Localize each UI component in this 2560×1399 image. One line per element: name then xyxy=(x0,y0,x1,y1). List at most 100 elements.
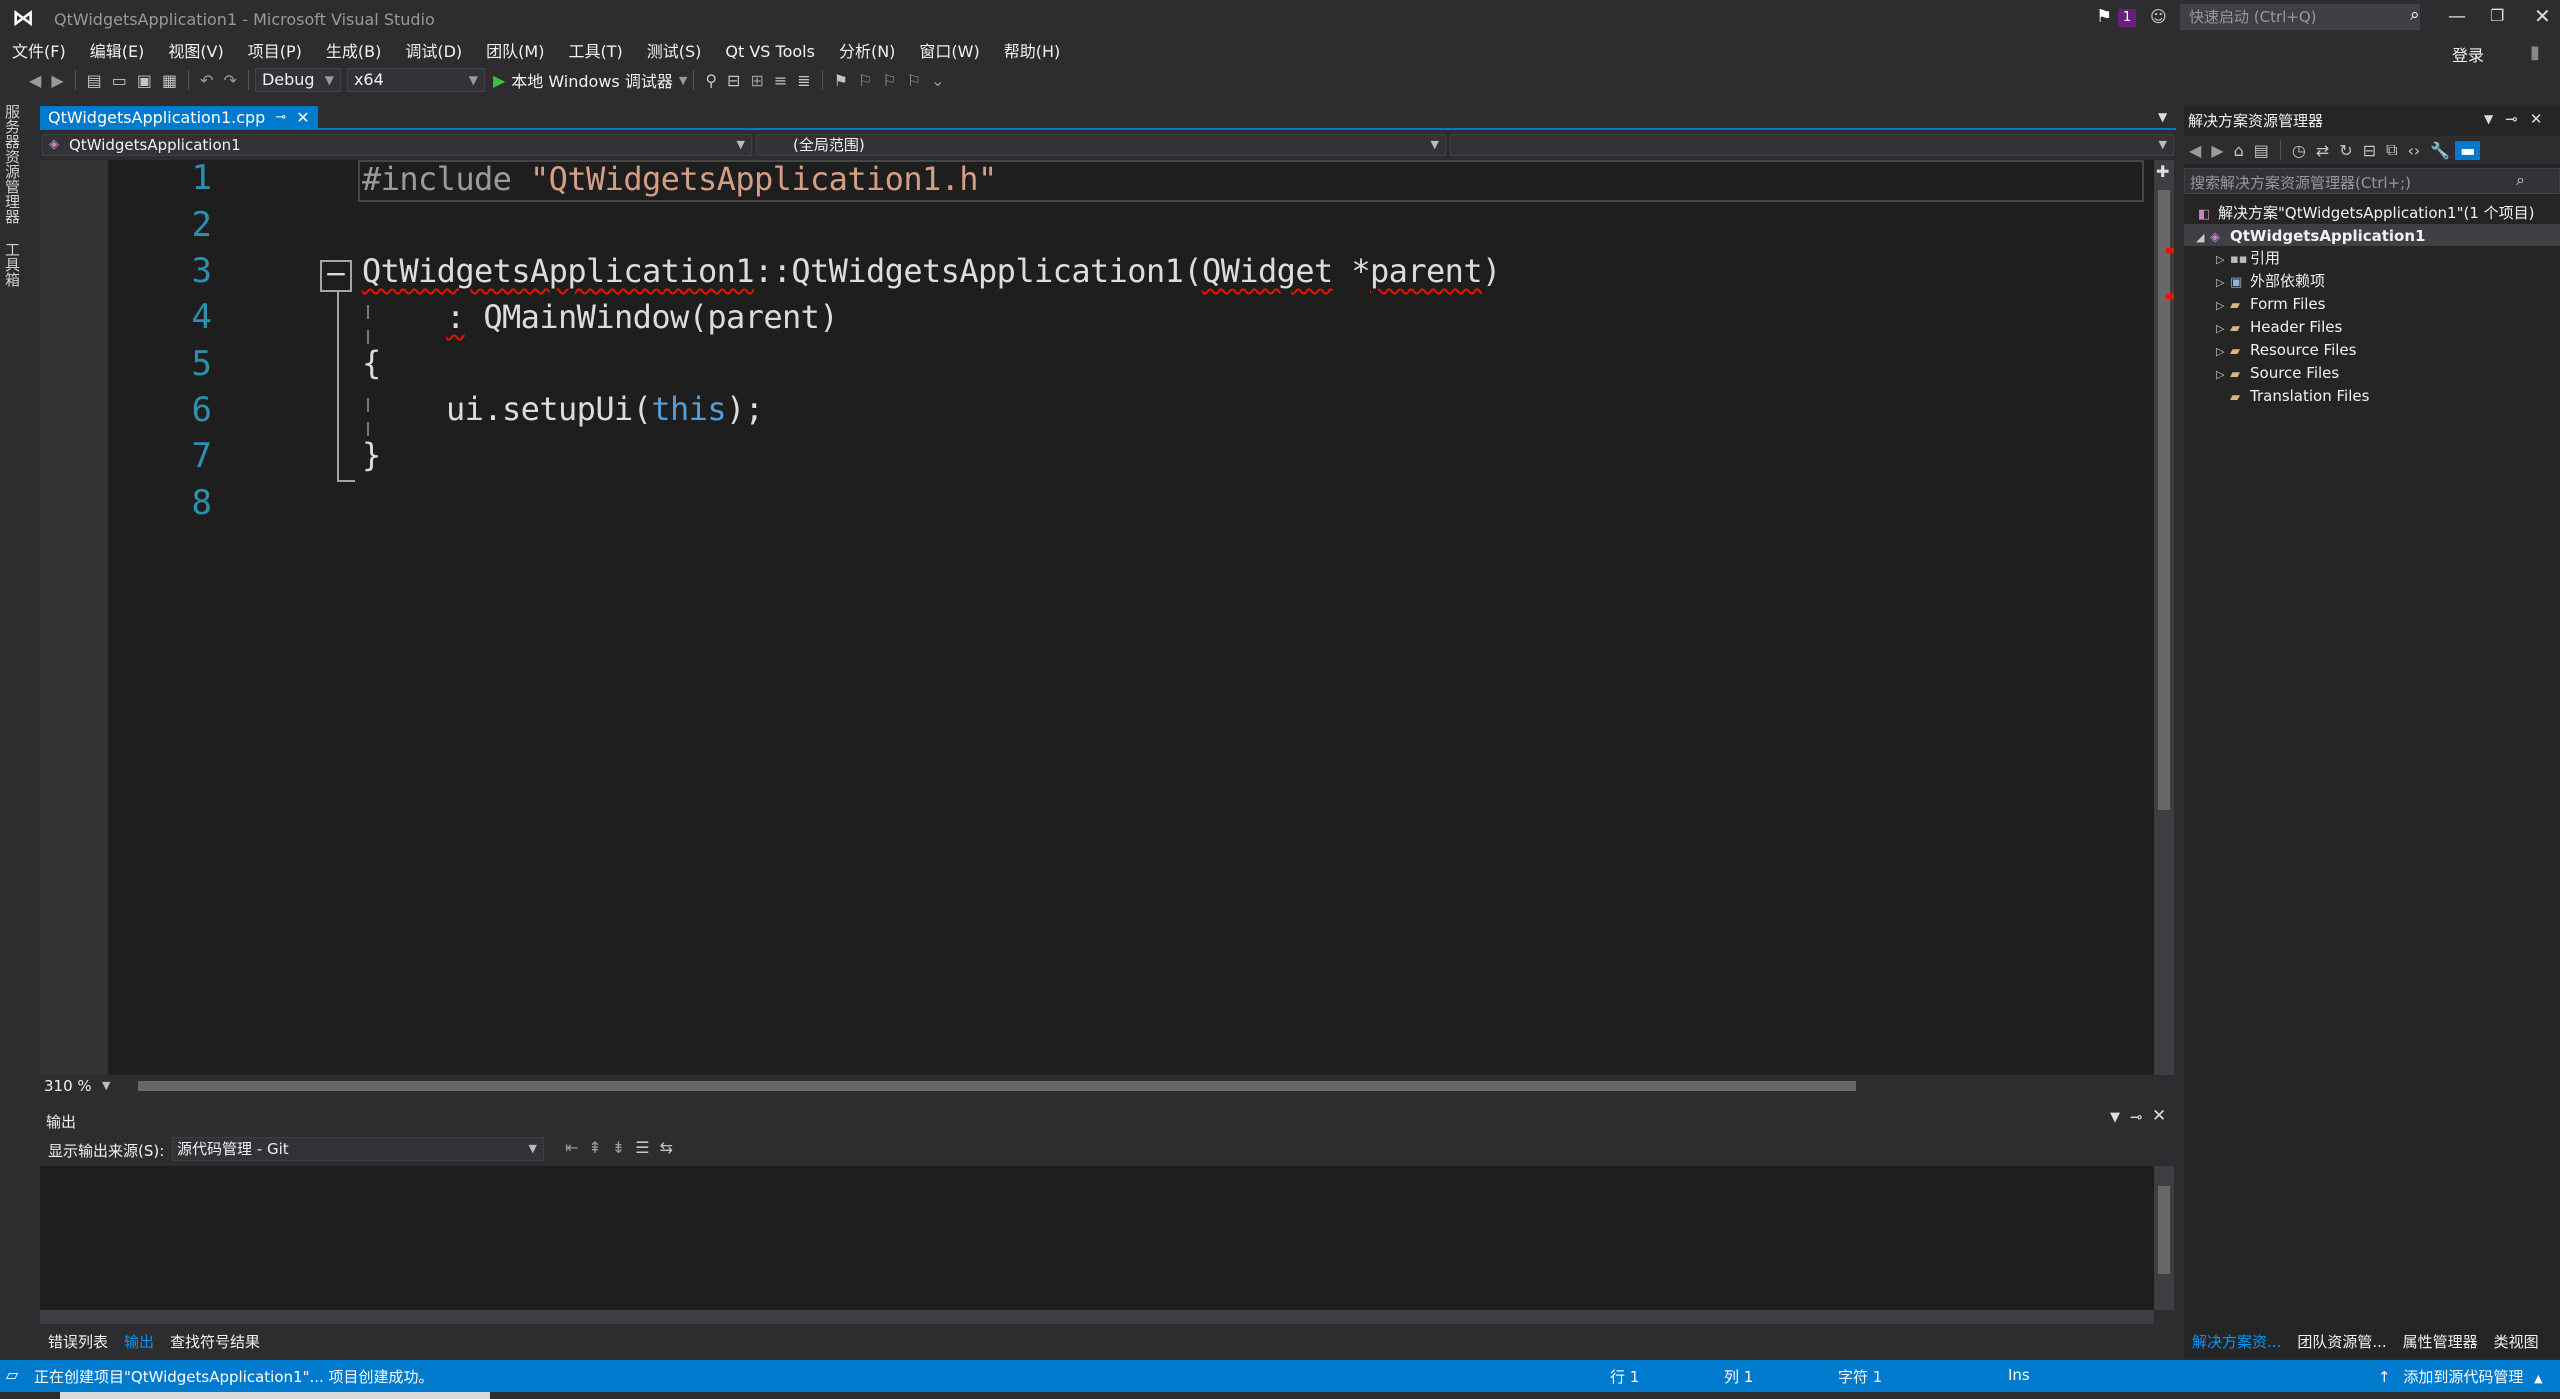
tree-project-node[interactable]: ◢ ◈ QtWidgetsApplication1 xyxy=(2196,225,2425,247)
output-text-area[interactable] xyxy=(40,1166,2174,1310)
editor-horizontal-scroll-thumb[interactable] xyxy=(138,1081,1856,1091)
start-debugging-button[interactable]: ▶ 本地 Windows 调试器 ▼ xyxy=(493,68,687,92)
tab-team-explorer[interactable]: 团队资源管... xyxy=(2289,1330,2394,1354)
pin-icon[interactable]: ⊸ xyxy=(2130,1108,2143,1126)
bookmark-icon[interactable]: ⚑ xyxy=(829,71,853,90)
toolbar-overflow-icon[interactable]: ⌄ xyxy=(926,71,949,90)
find-next-icon[interactable]: ⇟ xyxy=(607,1138,630,1157)
status-insert-mode[interactable]: Ins xyxy=(2008,1366,2030,1384)
navigate-forward-icon[interactable]: ▶ xyxy=(46,71,68,90)
output-vertical-scroll-thumb[interactable] xyxy=(2158,1186,2170,1274)
close-icon[interactable]: ✕ xyxy=(296,106,309,130)
menu-build[interactable]: 生成(B) xyxy=(314,40,393,64)
menu-window[interactable]: 窗口(W) xyxy=(907,40,991,64)
output-source-select[interactable]: 源代码管理 - Git ▼ xyxy=(172,1137,544,1161)
toolbox-tab[interactable]: 工具箱 xyxy=(0,238,25,291)
save-all-icon[interactable]: ▦ xyxy=(157,71,182,90)
error-marker[interactable] xyxy=(2166,248,2174,253)
sync-icon[interactable]: ⇄ xyxy=(2311,141,2334,160)
close-window-button[interactable]: ✕ xyxy=(2534,4,2551,28)
tree-solution-node[interactable]: ◧ 解决方案"QtWidgetsApplication1"(1 个项目) xyxy=(2198,202,2535,224)
tree-node-form-files[interactable]: ▷ ▰ Form Files xyxy=(2216,293,2325,315)
configuration-select[interactable]: Debug ▼ xyxy=(254,68,341,92)
menu-analyze[interactable]: 分析(N) xyxy=(827,40,907,64)
clear-bookmarks-icon[interactable]: ⚐ xyxy=(902,71,926,90)
back-icon[interactable]: ◀ xyxy=(2184,141,2206,160)
menu-tools[interactable]: 工具(T) xyxy=(556,40,634,64)
collapse-all-icon[interactable]: ⊟ xyxy=(2358,141,2381,160)
search-icon[interactable]: ⌕ xyxy=(2516,170,2525,190)
menu-file[interactable]: 文件(F) xyxy=(0,40,78,64)
view-code-icon[interactable]: ‹› xyxy=(2403,141,2426,160)
chevron-down-icon[interactable]: ▼ xyxy=(2110,1110,2120,1125)
pin-icon[interactable]: ⊸ xyxy=(2505,110,2518,128)
tree-node-references[interactable]: ▷ ▪▪ 引用 xyxy=(2216,247,2280,269)
menu-view[interactable]: 视图(V) xyxy=(156,40,235,64)
go-to-line-icon[interactable]: ⇤ xyxy=(560,1138,583,1157)
tab-find-symbol-results[interactable]: 查找符号结果 xyxy=(162,1330,268,1354)
outline-collapse-icon[interactable]: − xyxy=(320,260,352,292)
tab-solution-explorer[interactable]: 解决方案资... xyxy=(2184,1330,2289,1354)
previous-bookmark-icon[interactable]: ⚐ xyxy=(853,71,877,90)
quick-launch-input[interactable]: 快速启动 (Ctrl+Q) xyxy=(2180,4,2420,30)
refresh-icon[interactable]: ↻ xyxy=(2334,141,2357,160)
pin-icon[interactable]: ⊸ xyxy=(275,106,286,130)
tab-class-view[interactable]: 类视图 xyxy=(2486,1330,2547,1354)
member-scope-select[interactable]: ▼ xyxy=(1450,134,2174,156)
tree-node-source-files[interactable]: ▷ ▰ Source Files xyxy=(2216,362,2339,384)
tab-qtwidgetsapplication1-cpp[interactable]: QtWidgetsApplication1.cpp ⊸ ✕ xyxy=(40,106,318,130)
minimize-button[interactable]: — xyxy=(2448,6,2466,27)
navigate-back-icon[interactable]: ◀ xyxy=(24,71,46,90)
open-file-icon[interactable]: ▭ xyxy=(107,71,132,90)
editor-vertical-scroll-thumb[interactable] xyxy=(2158,190,2170,810)
tree-node-header-files[interactable]: ▷ ▰ Header Files xyxy=(2216,316,2342,338)
forward-icon[interactable]: ▶ xyxy=(2206,141,2228,160)
add-to-source-control-button[interactable]: ↑ 添加到源代码管理 ▲ xyxy=(2378,1366,2543,1387)
menu-debug[interactable]: 调试(D) xyxy=(393,40,474,64)
tab-output[interactable]: 输出 xyxy=(116,1330,162,1354)
pending-changes-filter-icon[interactable]: ◷ xyxy=(2287,141,2311,160)
collapsed-icon[interactable]: ▷ xyxy=(2216,249,2230,271)
properties-icon[interactable]: 🔧 xyxy=(2425,141,2455,160)
tree-node-resource-files[interactable]: ▷ ▰ Resource Files xyxy=(2216,339,2356,361)
next-bookmark-icon[interactable]: ⚐ xyxy=(877,71,901,90)
login-link[interactable]: 登录 xyxy=(2452,42,2484,66)
find-in-files-icon[interactable]: ⚲ xyxy=(700,71,722,90)
new-project-icon[interactable]: ▤ xyxy=(82,71,107,90)
account-icon[interactable]: ▮ xyxy=(2530,42,2540,63)
menu-edit[interactable]: 编辑(E) xyxy=(78,40,157,64)
output-horizontal-scrollbar[interactable] xyxy=(40,1310,2154,1324)
zoom-level[interactable]: 310 % xyxy=(44,1077,92,1095)
notification-flag-icon[interactable]: ⚑ xyxy=(2096,6,2112,27)
collapsed-icon[interactable]: ▷ xyxy=(2216,272,2230,294)
save-icon[interactable]: ▣ xyxy=(132,71,157,90)
uncomment-icon[interactable]: ≣ xyxy=(792,71,815,90)
show-all-files-icon[interactable]: ⧉ xyxy=(2381,140,2402,160)
solution-config-icon[interactable]: ⊟ xyxy=(722,71,745,90)
step-icon[interactable]: ⊞ xyxy=(745,71,768,90)
global-scope-select[interactable]: (全局范围) ▼ xyxy=(756,134,1446,156)
search-icon[interactable]: ⌕ xyxy=(2410,5,2420,25)
word-wrap-icon[interactable]: ⇆ xyxy=(655,1138,678,1157)
notification-count-badge[interactable]: 1 xyxy=(2118,9,2137,27)
close-icon[interactable]: ✕ xyxy=(2530,110,2543,128)
code-editor[interactable] xyxy=(40,160,2158,1075)
preview-selected-icon[interactable]: ▬ xyxy=(2455,140,2481,160)
restore-button[interactable]: ❐ xyxy=(2490,6,2504,25)
switch-views-icon[interactable]: ▤ xyxy=(2249,141,2274,160)
error-marker[interactable] xyxy=(2166,294,2174,299)
tab-list-dropdown-icon[interactable]: ▼ xyxy=(2158,110,2167,124)
tab-property-manager[interactable]: 属性管理器 xyxy=(2395,1330,2486,1354)
tree-node-translation-files[interactable]: ▰ Translation Files xyxy=(2230,385,2369,407)
comment-icon[interactable]: ≡ xyxy=(769,71,792,90)
close-icon[interactable]: ✕ xyxy=(2152,1106,2166,1126)
feedback-icon[interactable]: ☺ xyxy=(2150,7,2167,26)
tab-error-list[interactable]: 错误列表 xyxy=(40,1330,116,1354)
clear-all-icon[interactable]: ☰ xyxy=(630,1138,654,1157)
menu-team[interactable]: 团队(M) xyxy=(474,40,556,64)
collapsed-icon[interactable]: ▷ xyxy=(2216,318,2230,340)
menu-qt-vs-tools[interactable]: Qt VS Tools xyxy=(713,40,827,64)
redo-icon[interactable]: ↷ xyxy=(219,71,242,90)
home-icon[interactable]: ⌂ xyxy=(2229,141,2249,160)
collapsed-icon[interactable]: ▷ xyxy=(2216,364,2230,386)
